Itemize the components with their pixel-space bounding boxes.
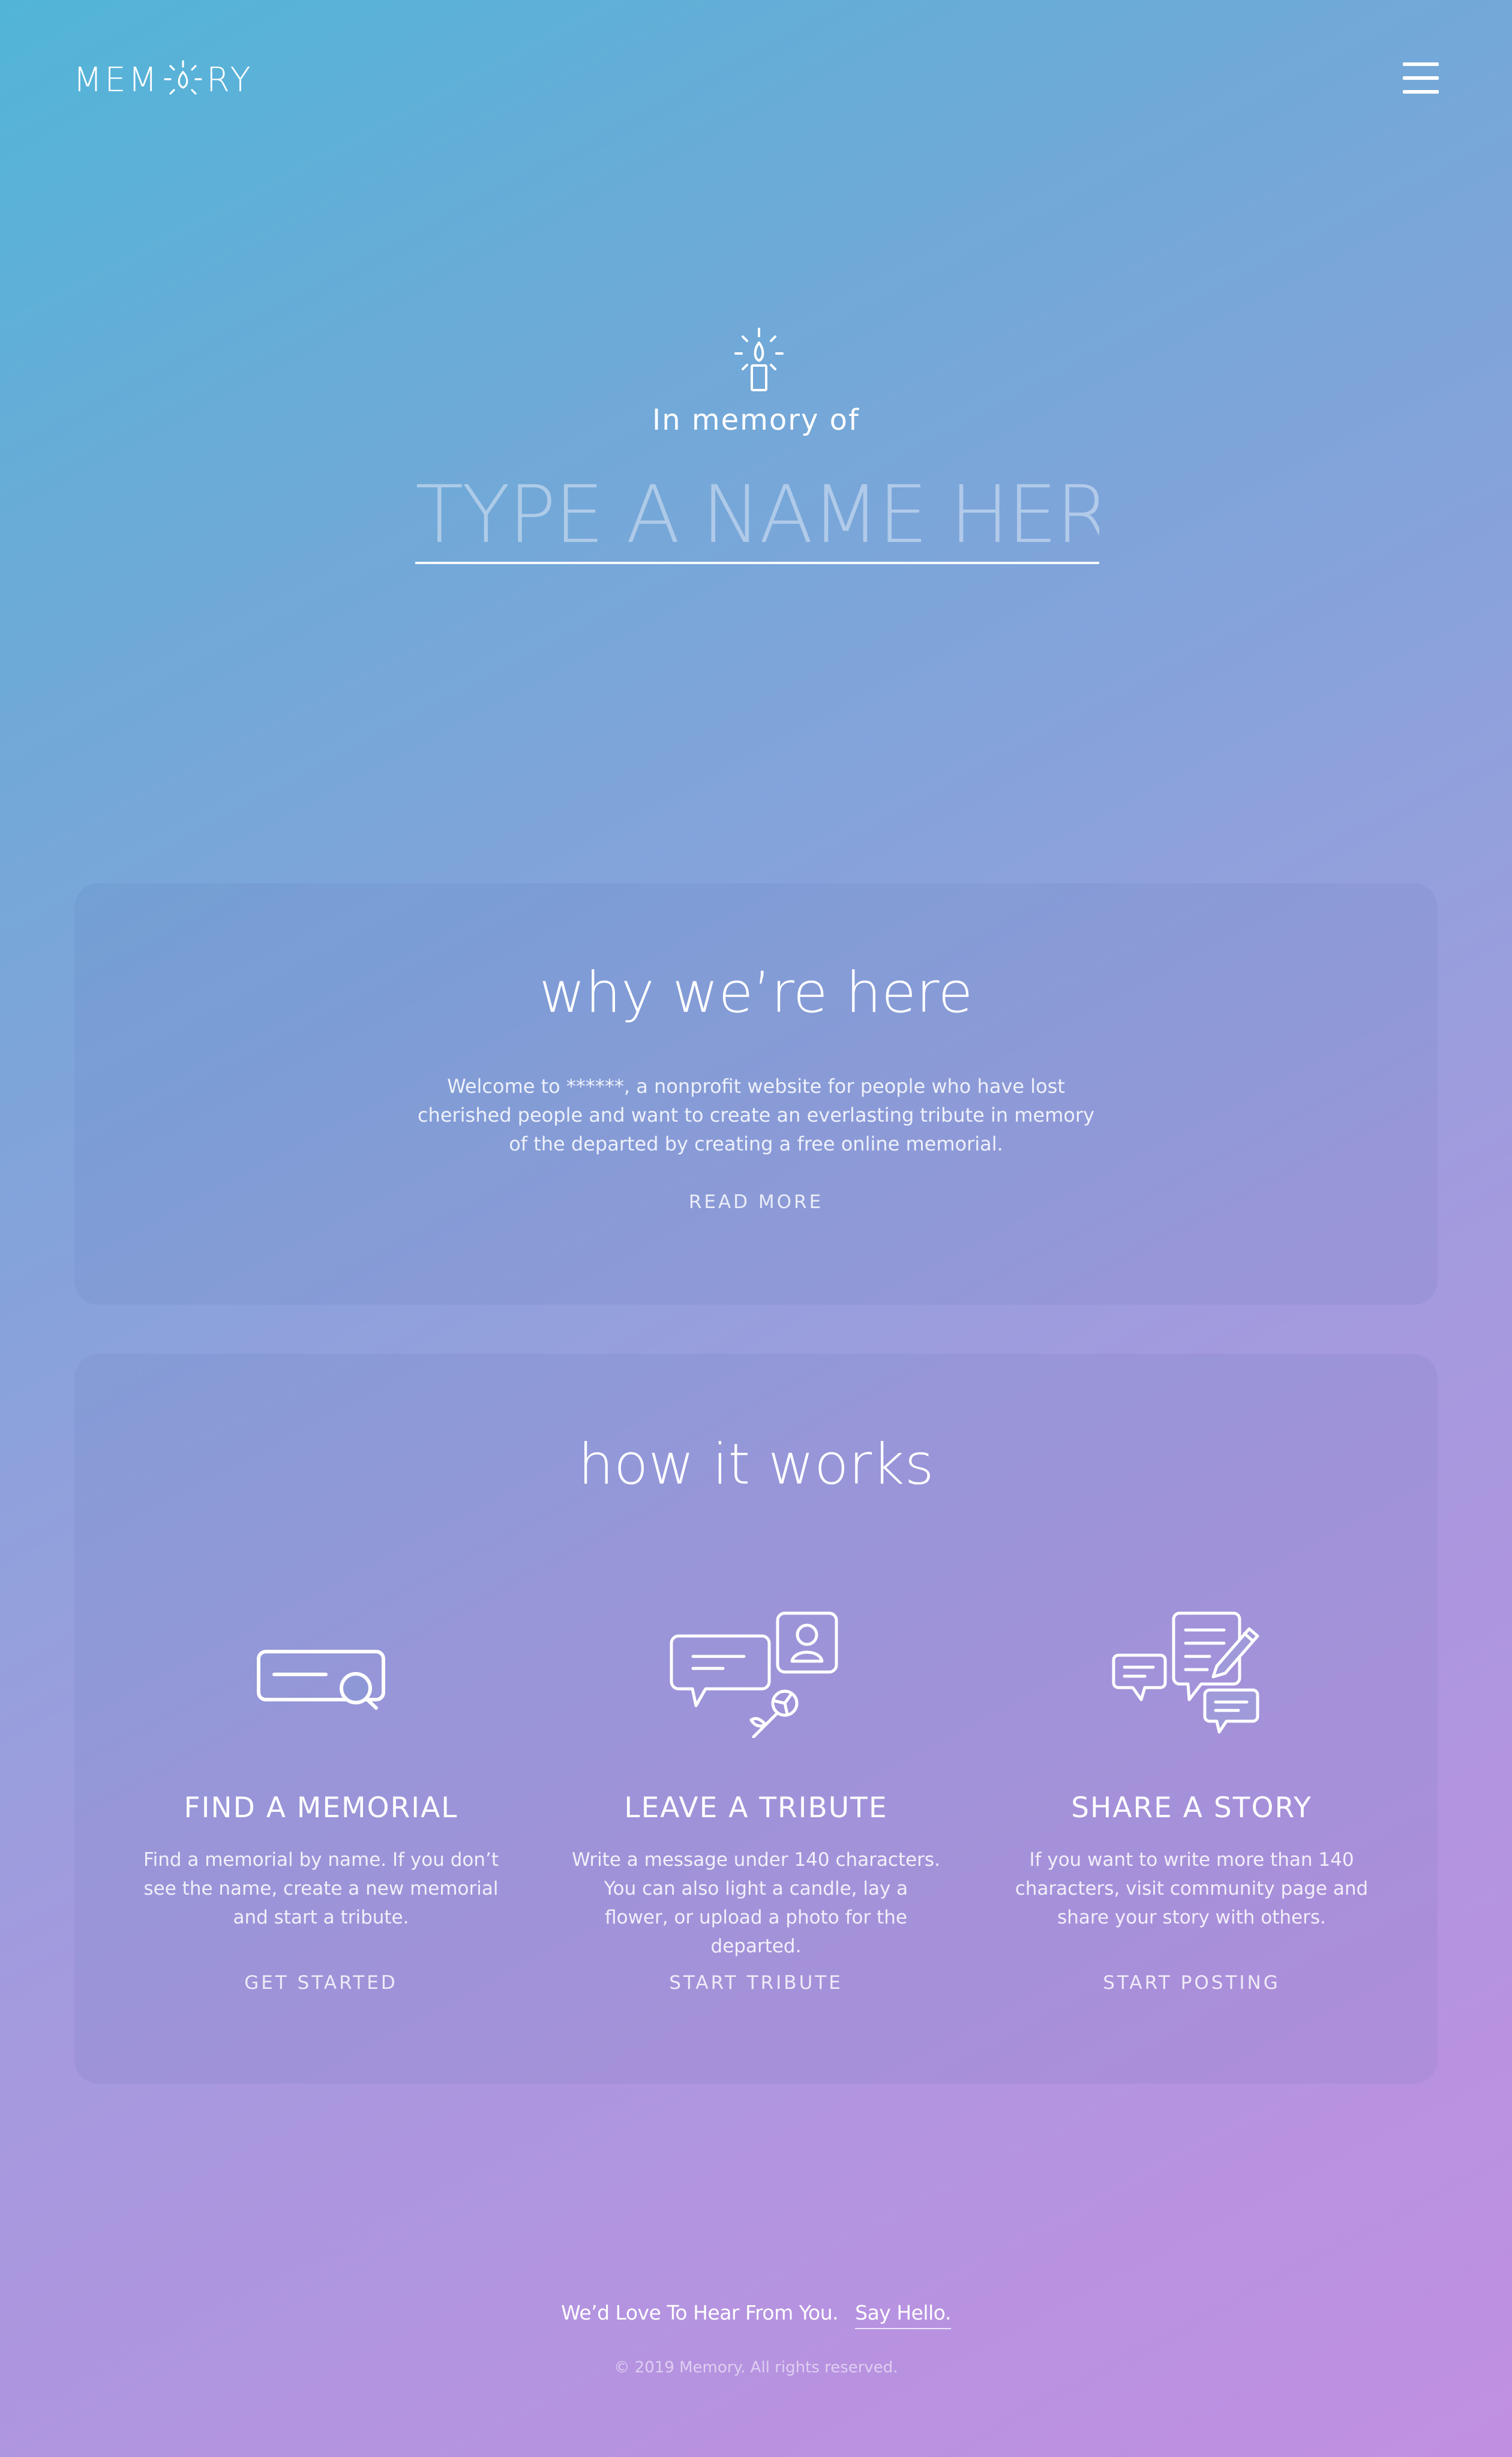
share-story-icon xyxy=(1112,1611,1259,1734)
why-section-title: why we’re here xyxy=(539,960,973,1026)
footer-message: We’d Love To Hear From You. xyxy=(561,2301,839,2324)
copyright: © 2019 Memory. All rights reserved. xyxy=(614,2359,898,2377)
feature-text-find: Find a memorial by name. If you don’t se… xyxy=(143,1849,499,1928)
logo-text-prefix: MEM xyxy=(73,60,160,100)
feature-text-tribute: Write a message under 140 characters. Yo… xyxy=(572,1849,940,1957)
footer-contact: We’d Love To Hear From You. Say Hello. xyxy=(0,2301,1512,2329)
say-hello-link[interactable]: Say Hello. xyxy=(855,2301,951,2329)
hamburger-menu-icon[interactable] xyxy=(1403,62,1439,94)
why-section-text: Welcome to ******, a nonprofit website f… xyxy=(417,1075,1095,1155)
logo[interactable]: MEM RY xyxy=(73,59,253,101)
logo-text-suffix: RY xyxy=(206,60,253,100)
menu-bar xyxy=(1403,62,1439,66)
candle-flame-logo-icon xyxy=(164,60,202,95)
feature-title-tribute: LEAVE A TRIBUTE xyxy=(624,1791,888,1824)
hero-subtitle: In memory of xyxy=(652,403,860,437)
menu-bar xyxy=(1403,76,1439,80)
feature-title-find: FIND A MEMORIAL xyxy=(184,1791,458,1824)
read-more-link[interactable]: READ MORE xyxy=(0,1191,1512,1213)
start-posting-link[interactable]: START POSTING xyxy=(1006,1972,1378,1994)
get-started-link[interactable]: GET STARTED xyxy=(135,1972,507,1994)
how-section-title: how it works xyxy=(578,1432,934,1497)
menu-bar xyxy=(1403,90,1439,94)
start-tribute-link[interactable]: START TRIBUTE xyxy=(570,1972,942,1994)
feature-title-story: SHARE A STORY xyxy=(1071,1791,1312,1824)
candle-icon xyxy=(734,328,784,391)
name-input[interactable] xyxy=(415,468,1099,564)
feature-text-story: If you want to write more than 140 chara… xyxy=(1015,1849,1369,1928)
search-memorial-icon xyxy=(257,1650,385,1710)
tribute-messages-icon xyxy=(670,1611,838,1738)
